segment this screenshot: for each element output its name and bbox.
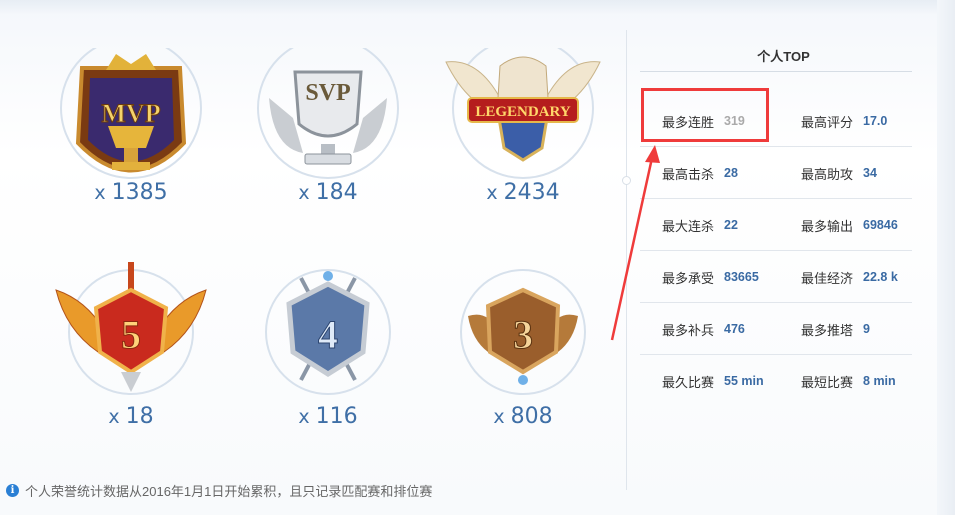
info-icon: i — [6, 484, 19, 497]
footnote: i 个人荣誉统计数据从2016年1月1日开始累积，且只记录匹配赛和排位赛 — [6, 481, 432, 500]
footnote-text: 个人荣誉统计数据从2016年1月1日开始累积，且只记录匹配赛和排位赛 — [25, 484, 433, 499]
annotation-arrow-icon — [610, 145, 660, 341]
honor-panel: MVP x 1385 SVP x 184 LEGENDARY x 2434 5 … — [0, 0, 955, 515]
